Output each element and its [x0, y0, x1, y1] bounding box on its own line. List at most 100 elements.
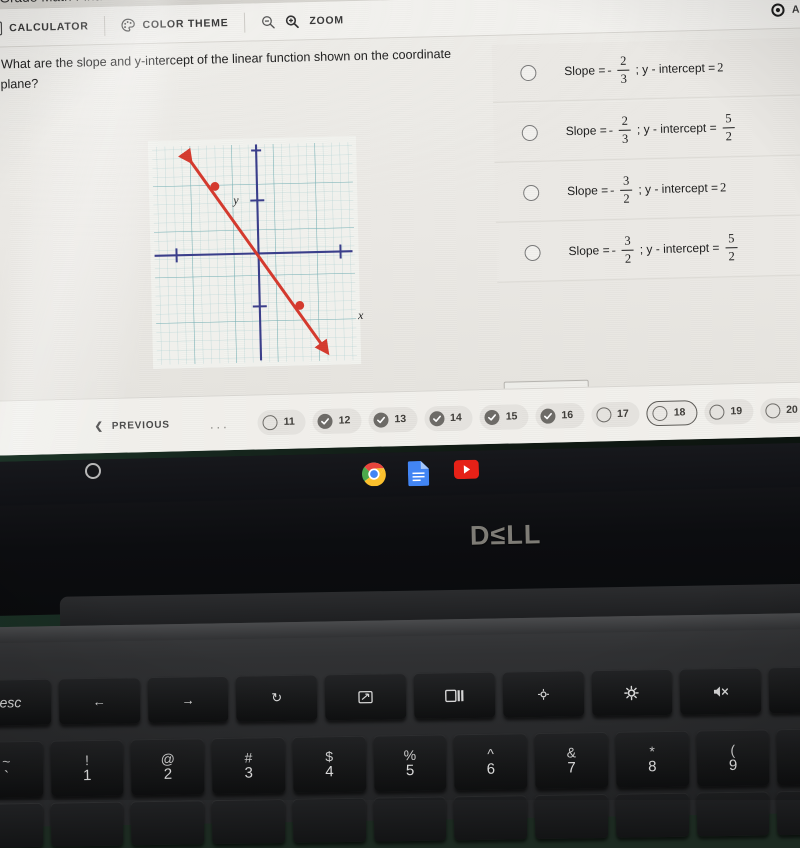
- intercept-value-c: 2: [720, 180, 727, 195]
- key-bottom-label: 8: [648, 759, 657, 774]
- intercept-denominator-b: 2: [726, 130, 733, 143]
- y-key[interactable]: [454, 795, 527, 840]
- two-key[interactable]: @ 2: [131, 738, 205, 795]
- zoom-controls: ZOOM: [245, 1, 360, 41]
- page-item-13[interactable]: 13: [368, 406, 417, 432]
- page-item-19[interactable]: 19: [704, 398, 753, 424]
- status-circle-icon: [653, 405, 668, 420]
- zoom-out-icon[interactable]: [261, 14, 275, 28]
- add-label: ADD: [792, 3, 800, 16]
- overview-key[interactable]: [414, 672, 496, 719]
- page-item-11[interactable]: 11: [257, 409, 306, 435]
- photo-scene: 8th Grade Math Final Exam 2021: [0, 0, 800, 800]
- radio-button-d[interactable]: [524, 244, 540, 260]
- option-d-text: Slope = - 3 2 ; y - intercept = 5: [568, 232, 742, 267]
- slope-fraction-b: 2 3: [619, 115, 632, 146]
- google-docs-icon[interactable]: [408, 461, 433, 486]
- page-item-14[interactable]: 14: [424, 405, 473, 431]
- intercept-word-a: ; y - intercept =: [635, 61, 715, 77]
- intercept-word-b: ; y - intercept =: [637, 121, 717, 137]
- slope-sign-d: -: [611, 243, 616, 258]
- e-key[interactable]: [212, 799, 285, 844]
- chrome-icon[interactable]: [362, 462, 387, 487]
- w-key[interactable]: [131, 800, 204, 845]
- slope-denominator-b: 3: [622, 132, 629, 145]
- slope-sign-b: -: [609, 123, 614, 138]
- six-key[interactable]: ^ 6: [454, 733, 528, 790]
- slope-numerator-a: 2: [620, 55, 627, 68]
- volume-down-key[interactable]: [769, 666, 800, 713]
- u-key[interactable]: [535, 794, 608, 839]
- page-number: 12: [339, 414, 351, 426]
- reload-key[interactable]: ↻: [236, 674, 318, 721]
- q-key[interactable]: [50, 802, 123, 847]
- seven-key[interactable]: & 7: [535, 732, 609, 789]
- page-item-16[interactable]: 16: [535, 402, 584, 428]
- o-key[interactable]: [696, 791, 769, 836]
- three-key[interactable]: # 3: [212, 737, 286, 794]
- youtube-icon[interactable]: [454, 460, 479, 485]
- y-axis-label: y: [233, 193, 239, 208]
- answer-option-c[interactable]: Slope = - 3 2 ; y - intercept = 2: [495, 157, 800, 223]
- option-a-text: Slope = - 2 3 ; y - intercept = 2: [564, 53, 724, 87]
- color-theme-button[interactable]: COLOR THEME: [105, 4, 245, 44]
- answer-option-d[interactable]: Slope = - 3 2 ; y - intercept = 5: [496, 217, 800, 283]
- back-key[interactable]: ←: [58, 677, 140, 724]
- check-circle-icon: [485, 409, 500, 424]
- check-circle-icon: [540, 408, 555, 423]
- page-item-15[interactable]: 15: [479, 404, 528, 430]
- key-bottom-label: 5: [406, 763, 415, 778]
- page-item-18-current[interactable]: 18: [646, 400, 697, 426]
- mute-key[interactable]: [680, 667, 762, 714]
- key-bottom-label: 3: [244, 765, 253, 780]
- page-item-20[interactable]: 20: [760, 397, 800, 423]
- slope-numerator-d: 3: [624, 235, 631, 248]
- calculator-icon: [0, 21, 2, 35]
- key-top-label: &: [567, 745, 577, 759]
- answer-option-a[interactable]: Slope = - 2 3 ; y - intercept = 2: [492, 37, 800, 103]
- keyboard: esc ← → ↻: [0, 655, 800, 815]
- key-bottom-label: 9: [729, 758, 738, 773]
- slope-numerator-c: 3: [623, 175, 630, 188]
- brightness-down-key[interactable]: [502, 670, 584, 717]
- page-number: 20: [786, 404, 798, 416]
- nine-key[interactable]: ( 9: [696, 729, 770, 786]
- page-item-17[interactable]: 17: [591, 401, 640, 427]
- eight-key[interactable]: * 8: [615, 731, 689, 788]
- shelf-app-icons: [362, 460, 479, 487]
- intercept-word-d: ; y - intercept =: [640, 241, 720, 257]
- r-key[interactable]: [293, 798, 366, 843]
- intercept-word-c: ; y - intercept =: [638, 181, 718, 197]
- four-key[interactable]: $ 4: [293, 736, 367, 793]
- add-icon: [771, 2, 785, 16]
- page-number: 18: [674, 406, 686, 418]
- key-top-label: *: [649, 744, 655, 758]
- slope-sign-c: -: [610, 183, 615, 198]
- coordinate-plane-graph: [148, 136, 361, 369]
- tab-key[interactable]: [0, 803, 43, 848]
- page-number: 14: [450, 412, 462, 424]
- five-key[interactable]: % 5: [373, 734, 447, 791]
- calculator-button[interactable]: CALCULATOR: [0, 7, 105, 47]
- t-key[interactable]: [373, 796, 446, 841]
- forward-key[interactable]: →: [147, 676, 229, 723]
- esc-key[interactable]: esc: [0, 679, 51, 726]
- one-key[interactable]: ! 1: [50, 740, 124, 797]
- zero-key[interactable]: ) 0: [777, 728, 800, 785]
- p-key[interactable]: [777, 790, 800, 835]
- answer-option-b[interactable]: Slope = - 2 3 ; y - intercept = 5: [493, 97, 800, 163]
- intercept-fraction-d: 5 2: [725, 232, 738, 263]
- zoom-in-icon[interactable]: [285, 14, 299, 28]
- fullscreen-key[interactable]: [325, 673, 407, 720]
- previous-button[interactable]: ❮ PREVIOUS: [94, 419, 170, 432]
- page-item-12[interactable]: 12: [312, 408, 361, 434]
- key-top-label: #: [244, 750, 252, 764]
- add-button[interactable]: ADD: [755, 0, 800, 29]
- radio-button-c[interactable]: [523, 184, 539, 200]
- key-top-label: %: [404, 748, 417, 762]
- radio-button-b[interactable]: [522, 124, 538, 140]
- backtick-key[interactable]: ~ `: [0, 741, 43, 798]
- radio-button-a[interactable]: [520, 64, 536, 80]
- i-key[interactable]: [616, 793, 689, 838]
- brightness-up-key[interactable]: [591, 669, 673, 716]
